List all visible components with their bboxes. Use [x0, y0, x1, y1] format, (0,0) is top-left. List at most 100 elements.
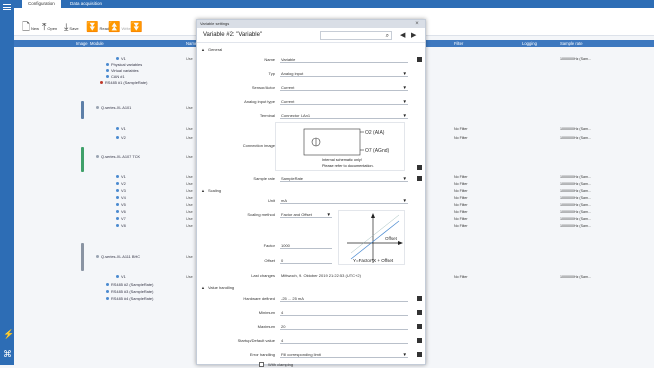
bus-icon: [106, 290, 109, 294]
hierarchy-icon[interactable]: ⌘: [3, 350, 12, 359]
tree-item-label: V1: [121, 56, 126, 61]
search-input[interactable]: ⌕: [320, 31, 392, 40]
cell-name: Use: [186, 224, 193, 228]
cell-filter: No Filter: [454, 189, 468, 193]
section-value-handling[interactable]: ▲ Value handling: [201, 285, 234, 291]
name-label: Name: [264, 57, 275, 62]
write-button[interactable]: ⏫ Write: [108, 22, 131, 34]
sensor-actor-select[interactable]: Current: [280, 84, 408, 91]
left-nav-bar: ⚡ ⌘: [0, 0, 14, 365]
name-field[interactable]: Variable: [280, 56, 408, 63]
section-general-label: General: [207, 47, 223, 52]
error-handling-select[interactable]: Fill corresponding limit: [280, 351, 408, 358]
variable-icon: [116, 275, 119, 279]
save-button[interactable]: ⤓ Save: [64, 22, 79, 34]
type-select[interactable]: Analog input: [280, 70, 408, 77]
sample-rate-button[interactable]: [417, 176, 422, 181]
tree-item[interactable]: RS485 #1 (SampleRate): [100, 80, 147, 86]
tree-item[interactable]: V3: [116, 188, 126, 194]
tree-item[interactable]: RS485 #4 (SampleRate): [106, 296, 153, 302]
app-window: ⚡ ⌘ Configuration Data acquisition 🗋 New …: [0, 0, 654, 367]
connection-image: O2 (AIA) O7 (AGnd) Internal schematic on…: [275, 122, 405, 171]
tree-item[interactable]: RS485 #3 (SampleRate): [106, 289, 153, 295]
edit-name-button[interactable]: [417, 57, 422, 62]
cell-name: Use: [186, 275, 193, 279]
next-icon[interactable]: ▶: [411, 31, 416, 40]
section-scaling[interactable]: ▲ Scaling: [201, 188, 221, 194]
read-button[interactable]: ⏬ Read: [86, 22, 109, 34]
variable-icon: [116, 217, 119, 221]
tree-item[interactable]: Q.series-XL A107 TCK: [96, 154, 140, 160]
tree-item[interactable]: V2: [116, 135, 126, 141]
col-filter[interactable]: Filter: [454, 40, 463, 47]
tree-item[interactable]: V7: [116, 216, 126, 222]
new-button[interactable]: 🗋 New: [22, 22, 39, 34]
scaling-graph-svg: Offset Y=Factor*X + Offset: [347, 213, 403, 263]
tab-data-acquisition[interactable]: Data acquisition: [64, 0, 108, 8]
save-label: Save: [69, 25, 79, 31]
tree-item[interactable]: V5: [116, 202, 126, 208]
tree-item[interactable]: V8: [116, 223, 126, 229]
tree-item-label: V3: [121, 188, 126, 193]
error-handling-label: Error handling: [249, 352, 275, 357]
variable-icon: [116, 189, 119, 193]
cell-filter: No Filter: [454, 217, 468, 221]
minimum-field[interactable]: 4: [280, 309, 408, 316]
hardware-defined-value: -25 ... 25 mA: [280, 295, 408, 302]
tree-item[interactable]: Q.series-XL A111 BHC: [96, 254, 140, 260]
menu-icon[interactable]: [3, 4, 11, 10]
maximum-button[interactable]: [417, 324, 422, 329]
terminal-select[interactable]: Connector I-An1: [280, 112, 408, 119]
tab-configuration[interactable]: Configuration: [22, 0, 61, 8]
sample-rate-select[interactable]: SampleRate: [280, 175, 408, 182]
tree-item[interactable]: V4: [116, 195, 126, 201]
maximum-field[interactable]: 20: [280, 323, 408, 330]
variable-icon: [116, 210, 119, 214]
col-image[interactable]: Image: [76, 40, 88, 47]
dialog-title-bar[interactable]: Variable settings: [197, 20, 425, 28]
unit-label: Unit: [267, 198, 275, 203]
unit-select[interactable]: mA: [280, 197, 408, 204]
tree-item[interactable]: RS485 #2 (SampleRate): [106, 282, 153, 288]
module-icon: [96, 155, 99, 159]
dialog-header: Variable #2: "Variable" ⌕ ◀ ▶: [197, 28, 425, 43]
previous-icon[interactable]: ◀: [400, 31, 405, 40]
minimum-button[interactable]: [417, 310, 422, 315]
tree-item[interactable]: V1: [116, 174, 126, 180]
factor-field[interactable]: 1000: [280, 242, 332, 249]
col-module[interactable]: Module: [90, 40, 104, 47]
last-changes-value: Mittwoch, 9. Oktober 2019 21:22:53 (UTC+…: [281, 273, 361, 278]
connection-image-button[interactable]: [417, 165, 422, 170]
analog-input-type-select[interactable]: Current: [280, 98, 408, 105]
cell-sample-rate: 1000000Hz (Sam...: [560, 136, 591, 140]
tree-item-label: Virtual variables: [111, 68, 139, 73]
search-icon[interactable]: ⌕: [386, 32, 389, 40]
col-sample-rate[interactable]: Sample rate: [560, 40, 583, 47]
hardware-defined-button[interactable]: [417, 296, 422, 301]
bus-icon: [106, 75, 109, 79]
tree-item[interactable]: V6: [116, 209, 126, 215]
tree-item-label: RS485 #4 (SampleRate): [111, 296, 154, 301]
new-label: New: [31, 25, 40, 31]
tree-item[interactable]: V2: [116, 181, 126, 187]
close-icon[interactable]: ×: [413, 20, 421, 28]
cell-name: Use: [186, 182, 193, 186]
tree-item[interactable]: V1: [116, 126, 126, 132]
network-icon[interactable]: ⚡: [3, 330, 14, 339]
offset-field[interactable]: 0: [280, 257, 332, 264]
cell-name: Use: [186, 217, 193, 221]
tree-item[interactable]: V1: [116, 274, 126, 280]
tree-item-label: V2: [121, 135, 126, 140]
cell-name: Use: [186, 57, 193, 61]
startup-default-field[interactable]: 4: [280, 337, 408, 344]
open-button[interactable]: ⤒ Open: [42, 22, 57, 34]
tree-item[interactable]: Q.series-XL A101: [96, 105, 131, 111]
startup-default-button[interactable]: [417, 338, 422, 343]
error-handling-button[interactable]: [417, 352, 422, 357]
pin-a-label: O2 (AIA): [365, 130, 385, 136]
section-general[interactable]: ▲ General: [201, 47, 222, 53]
extra-toolbar-button[interactable]: ⏬: [130, 22, 142, 34]
col-logging[interactable]: Logging: [522, 40, 537, 47]
cell-filter: No Filter: [454, 210, 468, 214]
scaling-method-select[interactable]: Factor and Offset: [280, 211, 332, 218]
